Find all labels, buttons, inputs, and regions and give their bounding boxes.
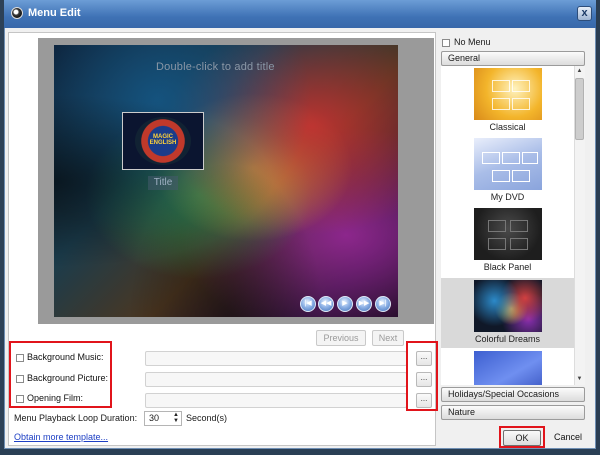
title-bar[interactable] (4, 0, 596, 28)
loop-duration-label: Menu Playback Loop Duration: (14, 413, 138, 423)
obtain-templates-link[interactable]: Obtain more template... (14, 432, 108, 442)
menu-preview[interactable] (54, 45, 398, 317)
thumbnail-logo-text: MAGIC ENGLISH (149, 134, 177, 146)
template-label: Colorful Dreams (474, 334, 541, 344)
background-music-path[interactable] (145, 351, 407, 366)
app-disc-icon (11, 7, 23, 19)
category-holidays[interactable]: Holidays/Special Occasions (441, 387, 585, 402)
loop-duration-unit: Second(s) (186, 413, 228, 423)
template-label: Black Panel (483, 262, 532, 272)
desktop-edge-bottom (0, 449, 600, 455)
template-thumbnail (474, 351, 542, 385)
last-chapter-icon[interactable]: ▶| (375, 296, 391, 312)
close-button[interactable]: x (577, 6, 592, 21)
first-chapter-icon[interactable]: |◀ (300, 296, 316, 312)
preview-title-hint[interactable]: Double-click to add title (156, 61, 275, 73)
template-colorful-dreams[interactable]: Colorful Dreams (441, 278, 574, 348)
next-page-button[interactable]: Next (372, 330, 404, 346)
scroll-thumb[interactable] (575, 78, 584, 140)
play-icon[interactable]: ▶ (337, 296, 353, 312)
template-classical[interactable]: Classical (441, 66, 574, 136)
background-picture-path[interactable] (145, 372, 407, 387)
opening-film-path[interactable] (145, 393, 407, 408)
colorful-dreams-thumbnail (474, 280, 542, 332)
highlight-media-options (9, 341, 112, 408)
template-my-dvd[interactable]: My DVD (441, 136, 574, 206)
highlight-browse-buttons (406, 341, 438, 411)
classical-thumbnail (474, 68, 542, 120)
no-menu-checkbox[interactable] (442, 39, 450, 47)
loop-duration-spinner-icon[interactable]: ▲ ▼ (171, 412, 181, 425)
template-black-panel[interactable]: Black Panel (441, 206, 574, 276)
black-panel-thumbnail (474, 208, 542, 260)
template-next[interactable] (441, 349, 574, 385)
no-menu-label: No Menu (454, 37, 491, 47)
template-list: Classical My DVD Black Panel Colorful Dr… (441, 66, 574, 385)
desktop-edge-right (596, 0, 600, 455)
highlight-ok-button (499, 426, 545, 448)
scroll-down-icon[interactable]: ▼ (575, 375, 584, 384)
my-dvd-thumbnail (474, 138, 542, 190)
window-title: Menu Edit (28, 7, 81, 19)
rewind-icon[interactable]: ◀◀ (318, 296, 334, 312)
playback-controls: |◀ ◀◀ ▶ ▶▶ ▶| (296, 296, 392, 314)
category-general[interactable]: General (441, 51, 585, 66)
thumbnail-title-label[interactable]: Title (148, 176, 178, 190)
category-nature[interactable]: Nature (441, 405, 585, 420)
cancel-button[interactable]: Cancel (549, 430, 587, 446)
fast-forward-icon[interactable]: ▶▶ (356, 296, 372, 312)
previous-page-button[interactable]: Previous (316, 330, 366, 346)
template-label: Classical (489, 122, 526, 132)
scroll-up-icon[interactable]: ▲ (575, 67, 584, 76)
template-label: My DVD (490, 192, 525, 202)
